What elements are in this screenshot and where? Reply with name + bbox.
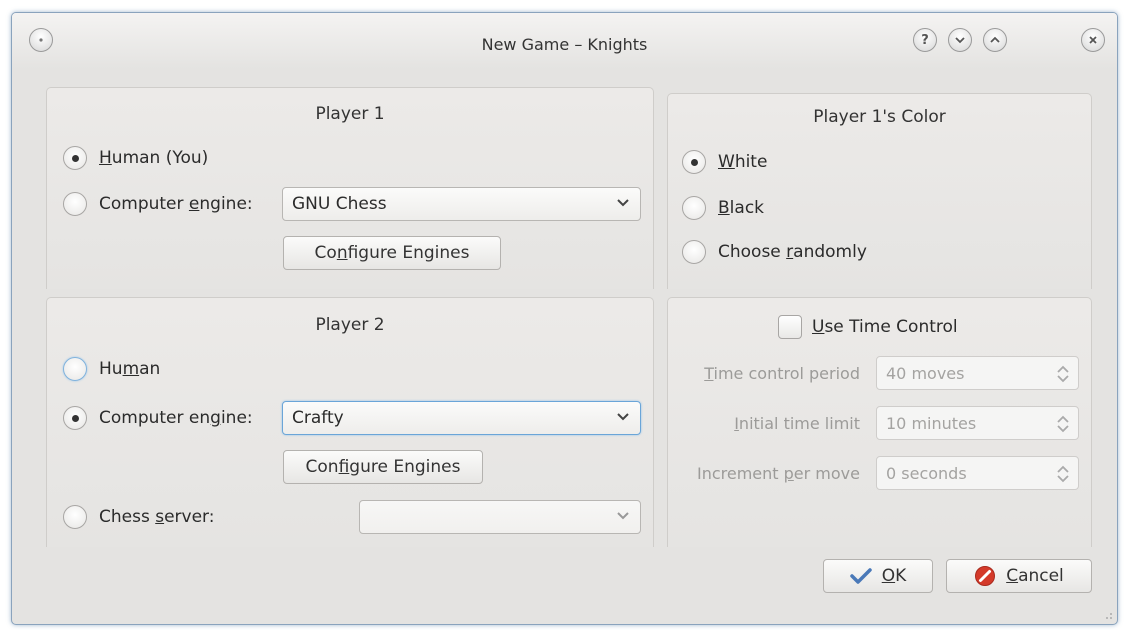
checkbox[interactable] [778,315,802,339]
player2-engine-label: Computer engine: [99,408,253,428]
player2-group: Player 2 Human Computer engine: Crafty C… [46,297,654,547]
radio-button[interactable] [63,406,87,430]
use-time-control-label: Use Time Control [812,317,958,337]
color-random-radio[interactable]: Choose randomly [682,237,867,267]
time-control-period-label: Time control period [704,364,860,383]
player1-human-label: Human (You) [99,148,209,168]
ok-label: OK [881,566,907,586]
player1-engine-combo[interactable]: GNU Chess [282,187,641,221]
spin-arrows-icon[interactable] [1056,364,1070,384]
time-control-group: Use Time Control Time control period 40 … [667,297,1092,547]
player1-color-title: Player 1's Color [813,107,946,127]
player2-server-radio[interactable]: Chess server: [63,502,214,532]
check-icon [849,568,872,584]
maximize-icon[interactable] [983,28,1007,52]
cancel-button[interactable]: Cancel [946,559,1092,593]
player2-server-label: Chess server: [99,507,215,527]
player2-server-combo[interactable] [359,500,641,534]
player2-human-label: Human [99,359,161,379]
player1-engine-combo-value: GNU Chess [292,194,387,214]
spinbox-value: 10 minutes [886,413,977,433]
initial-time-limit-spinbox[interactable]: 10 minutes [876,406,1079,440]
color-white-radio[interactable]: White [682,147,767,177]
player1-color-group: Player 1's Color White Black Choose rand… [667,93,1092,289]
radio-button[interactable] [682,150,706,174]
radio-button[interactable] [682,196,706,220]
spin-arrows-icon[interactable] [1056,464,1070,484]
player1-title: Player 1 [315,104,385,124]
player1-human-radio[interactable]: Human (You) [63,143,208,173]
time-control-period-row: Time control period 40 moves [668,356,1091,390]
cancel-label: Cancel [1006,566,1064,586]
spinbox-value: 40 moves [886,363,965,383]
radio-button[interactable] [682,240,706,264]
player2-engine-combo-value: Crafty [292,408,344,428]
chevron-down-icon [617,413,629,421]
player2-engine-combo[interactable]: Crafty [282,401,641,435]
player1-engine-label: Computer engine: [99,194,253,214]
spin-arrows-icon[interactable] [1056,414,1070,434]
configure-engines-label: Configure Engines [314,243,470,263]
increment-per-move-row: Increment per move 0 seconds [668,456,1091,490]
close-icon[interactable] [1081,28,1105,52]
player1-configure-engines-button[interactable]: Configure Engines [283,236,501,270]
radio-button[interactable] [63,146,87,170]
time-control-period-spinbox[interactable]: 40 moves [876,356,1079,390]
radio-button[interactable] [63,357,87,381]
color-white-label: White [718,152,768,172]
resize-grip-icon[interactable] [1101,608,1113,620]
configure-engines-label: Configure Engines [305,457,461,477]
ok-button[interactable]: OK [823,559,933,593]
help-icon[interactable]: ? [913,28,937,52]
player2-engine-radio[interactable]: Computer engine: [63,403,253,433]
cancel-icon [975,566,996,586]
initial-time-limit-row: Initial time limit 10 minutes [668,406,1091,440]
color-random-label: Choose randomly [718,242,867,262]
title-bar: New Game – Knights ? [12,13,1117,69]
color-black-label: Black [718,198,765,218]
player2-title: Player 2 [315,315,385,335]
minimize-icon[interactable] [948,28,972,52]
increment-per-move-label: Increment per move [696,464,860,483]
radio-button[interactable] [63,505,87,529]
player1-group: Player 1 Human (You) Computer engine: GN… [46,87,654,289]
radio-button[interactable] [63,192,87,216]
color-black-radio[interactable]: Black [682,193,764,223]
new-game-dialog: New Game – Knights ? Player 1 Human (You… [11,12,1118,625]
player2-configure-engines-button[interactable]: Configure Engines [283,450,483,484]
chevron-down-icon [617,199,629,207]
player2-human-radio[interactable]: Human [63,354,160,384]
use-time-control-checkbox[interactable]: Use Time Control [778,312,958,342]
increment-per-move-spinbox[interactable]: 0 seconds [876,456,1079,490]
spinbox-value: 0 seconds [886,463,967,483]
initial-time-limit-label: Initial time limit [734,414,860,433]
player1-engine-radio[interactable]: Computer engine: [63,189,253,219]
chevron-down-icon [617,512,629,520]
